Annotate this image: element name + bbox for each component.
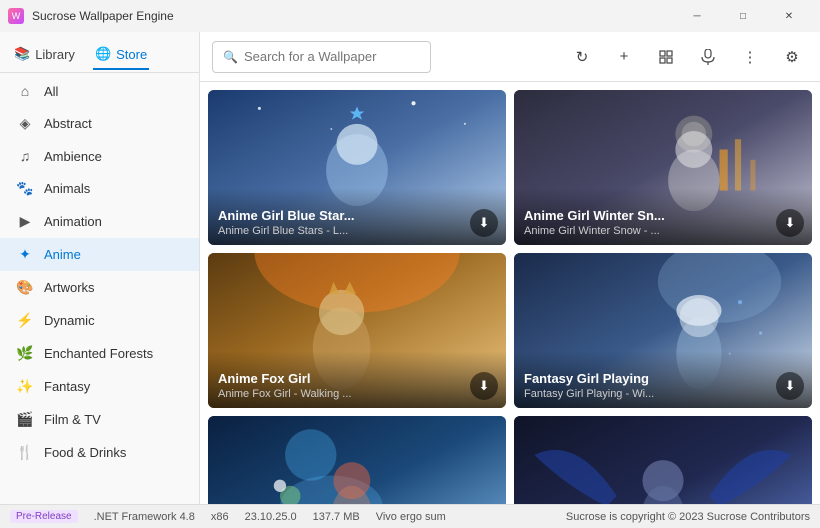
sidebar-item-abstract-label: Abstract: [44, 116, 92, 131]
card-title-3: Anime Fox Girl: [218, 371, 496, 386]
sidebar-item-dynamic[interactable]: ⚡ Dynamic: [0, 304, 199, 337]
mic-button[interactable]: [692, 41, 724, 73]
card-overlay-1: Anime Girl Blue Star... Anime Girl Blue …: [208, 188, 506, 245]
fantasy-icon: ✨: [16, 378, 34, 395]
tab-store-label: Store: [116, 47, 147, 62]
import-icon: [658, 49, 674, 65]
card-overlay-4: Fantasy Girl Playing Fantasy Girl Playin…: [514, 351, 812, 408]
wallpaper-card-anime-fox-girl[interactable]: Anime Fox Girl Anime Fox Girl - Walking …: [208, 253, 506, 408]
status-bar: Pre-Release .NET Framework 4.8 x86 23.10…: [0, 504, 820, 528]
version-number: 23.10.25.0: [245, 511, 297, 523]
wallpaper-card-anime-girl-winter-snow[interactable]: Anime Girl Winter Sn... Anime Girl Winte…: [514, 90, 812, 245]
mic-icon: [701, 49, 715, 65]
arch-label: x86: [211, 511, 229, 523]
card-overlay-2: Anime Girl Winter Sn... Anime Girl Winte…: [514, 188, 812, 245]
card-overlay-3: Anime Fox Girl Anime Fox Girl - Walking …: [208, 351, 506, 408]
dynamic-icon: ⚡: [16, 312, 34, 329]
sidebar-item-all-label: All: [44, 84, 58, 99]
sidebar-item-film-tv-label: Film & TV: [44, 412, 101, 427]
ambience-icon: ♫: [16, 148, 34, 164]
sidebar-item-enchanted-forests[interactable]: 🌿 Enchanted Forests: [0, 337, 199, 370]
import-button[interactable]: [650, 41, 682, 73]
sidebar-item-ambience-label: Ambience: [44, 149, 102, 164]
sidebar-item-film-tv[interactable]: 🎬 Film & TV: [0, 403, 199, 436]
pre-release-badge: Pre-Release: [10, 510, 78, 523]
film-tv-icon: 🎬: [16, 411, 34, 428]
toolbar: 🔍 ↻ + ⋮ ⚙: [200, 32, 820, 82]
library-icon: 📚: [14, 46, 30, 62]
sidebar: 📚 Library 🌐 Store ⌂ All ◈ Abstract ♫ Amb…: [0, 32, 200, 504]
settings-button[interactable]: ⚙: [776, 41, 808, 73]
window-controls: ─ □ ✕: [674, 0, 812, 32]
copyright-text: Sucrose is copyright © 2023 Sucrose Cont…: [566, 511, 810, 523]
sidebar-item-all[interactable]: ⌂ All: [0, 75, 199, 107]
sidebar-item-artworks[interactable]: 🎨 Artworks: [0, 271, 199, 304]
card-title-1: Anime Girl Blue Star...: [218, 208, 496, 223]
food-drinks-icon: 🍴: [16, 444, 34, 461]
motto: Vivo ergo sum: [376, 511, 446, 523]
wallpaper-card-fantasy-girl[interactable]: Fantasy Girl Playing Fantasy Girl Playin…: [514, 253, 812, 408]
sidebar-item-anime-label: Anime: [44, 247, 81, 262]
dotnet-version: .NET Framework 4.8: [94, 511, 195, 523]
all-icon: ⌂: [16, 83, 34, 99]
app-icon: W: [8, 8, 24, 24]
nav-tabs: 📚 Library 🌐 Store: [0, 32, 199, 70]
wallpaper-card-anime-girl-blue-star[interactable]: Anime Girl Blue Star... Anime Girl Blue …: [208, 90, 506, 245]
enchanted-forests-icon: 🌿: [16, 345, 34, 362]
sidebar-item-food-drinks-label: Food & Drinks: [44, 445, 126, 460]
wallpaper-card-5[interactable]: ⬇: [208, 416, 506, 504]
sidebar-divider: [0, 72, 199, 73]
sidebar-item-enchanted-forests-label: Enchanted Forests: [44, 346, 153, 361]
title-bar-text: Sucrose Wallpaper Engine: [32, 9, 674, 23]
sidebar-item-animals[interactable]: 🐾 Animals: [0, 172, 199, 205]
tab-library-label: Library: [35, 47, 75, 62]
title-bar: W Sucrose Wallpaper Engine ─ □ ✕: [0, 0, 820, 32]
sidebar-item-fantasy-label: Fantasy: [44, 379, 90, 394]
card-subtitle-4: Fantasy Girl Playing - Wi...: [524, 388, 802, 400]
sidebar-item-dynamic-label: Dynamic: [44, 313, 95, 328]
store-icon: 🌐: [95, 46, 111, 62]
card-figure-6: [514, 416, 812, 504]
sidebar-item-animals-label: Animals: [44, 181, 90, 196]
app-body: 📚 Library 🌐 Store ⌂ All ◈ Abstract ♫ Amb…: [0, 32, 820, 504]
wallpaper-card-6[interactable]: ⬇: [514, 416, 812, 504]
more-button[interactable]: ⋮: [734, 41, 766, 73]
maximize-button[interactable]: □: [720, 0, 766, 32]
card-figure-5: [208, 416, 506, 504]
card-subtitle-3: Anime Fox Girl - Walking ...: [218, 388, 496, 400]
sidebar-item-ambience[interactable]: ♫ Ambience: [0, 140, 199, 172]
card-title-2: Anime Girl Winter Sn...: [524, 208, 802, 223]
artworks-icon: 🎨: [16, 279, 34, 296]
tab-library[interactable]: 📚 Library: [12, 40, 77, 70]
size-label: 137.7 MB: [313, 511, 360, 523]
card-subtitle-1: Anime Girl Blue Stars - L...: [218, 225, 496, 237]
download-button-1[interactable]: ⬇: [470, 209, 498, 237]
sidebar-item-animation-label: Animation: [44, 214, 102, 229]
main-content: 🔍 ↻ + ⋮ ⚙: [200, 32, 820, 504]
sidebar-item-abstract[interactable]: ◈ Abstract: [0, 107, 199, 140]
card-title-4: Fantasy Girl Playing: [524, 371, 802, 386]
abstract-icon: ◈: [16, 115, 34, 132]
sidebar-item-artworks-label: Artworks: [44, 280, 95, 295]
sidebar-item-food-drinks[interactable]: 🍴 Food & Drinks: [0, 436, 199, 469]
card-subtitle-2: Anime Girl Winter Snow - ...: [524, 225, 802, 237]
add-button[interactable]: +: [608, 41, 640, 73]
search-input[interactable]: [244, 49, 420, 64]
tab-store[interactable]: 🌐 Store: [93, 40, 149, 70]
download-button-2[interactable]: ⬇: [776, 209, 804, 237]
refresh-button[interactable]: ↻: [566, 41, 598, 73]
sidebar-item-animation[interactable]: ▶ Animation: [0, 205, 199, 238]
download-button-3[interactable]: ⬇: [470, 372, 498, 400]
minimize-button[interactable]: ─: [674, 0, 720, 32]
close-button[interactable]: ✕: [766, 0, 812, 32]
download-button-4[interactable]: ⬇: [776, 372, 804, 400]
sidebar-item-fantasy[interactable]: ✨ Fantasy: [0, 370, 199, 403]
animals-icon: 🐾: [16, 180, 34, 197]
search-box[interactable]: 🔍: [212, 41, 431, 73]
sidebar-item-anime[interactable]: ✦ Anime: [0, 238, 199, 271]
wallpaper-grid: Anime Girl Blue Star... Anime Girl Blue …: [200, 82, 820, 504]
animation-icon: ▶: [16, 213, 34, 230]
search-icon: 🔍: [223, 50, 238, 64]
anime-icon: ✦: [16, 246, 34, 263]
